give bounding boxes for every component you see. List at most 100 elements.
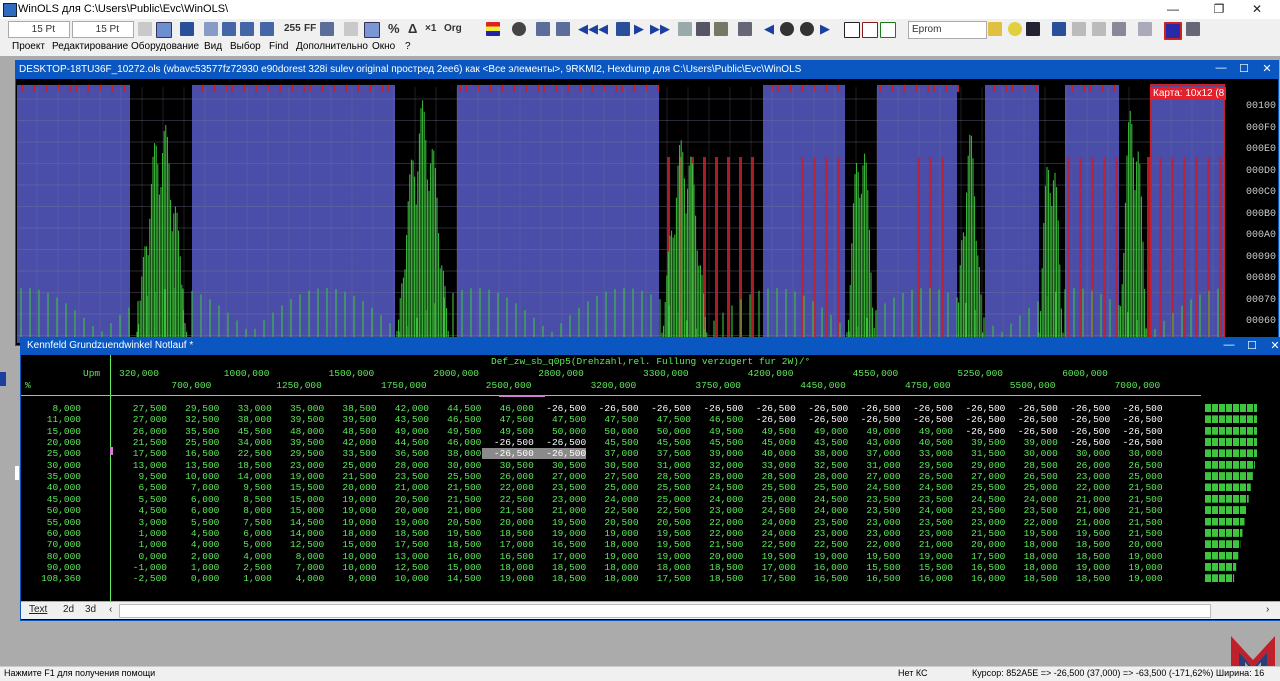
map-cell[interactable]: 27,000	[115, 414, 167, 425]
map-cell[interactable]: 28,000	[796, 471, 848, 482]
map-cell[interactable]: 46,500	[429, 414, 481, 425]
map-cell[interactable]: 23,500	[953, 505, 1005, 516]
map-cell[interactable]: 19,500	[639, 528, 691, 539]
map-cell[interactable]: 21,000	[534, 505, 586, 516]
map-cell[interactable]: 19,000	[534, 528, 586, 539]
map-cell[interactable]: 35,000	[272, 403, 324, 414]
hexdump-graph[interactable]	[17, 79, 1225, 343]
settings-icon[interactable]	[1186, 22, 1200, 36]
map-cell[interactable]: 30,000	[429, 460, 481, 471]
map-cell[interactable]: 21,500	[325, 471, 376, 482]
map-cell[interactable]: 20,000	[1111, 539, 1162, 550]
map-cell[interactable]: 27,000	[534, 471, 586, 482]
map-cell[interactable]: 17,000	[744, 562, 796, 573]
menu-find[interactable]: Find	[269, 41, 288, 52]
map-cell[interactable]: -26,500	[953, 414, 1005, 425]
map-cell[interactable]: 30,500	[534, 460, 586, 471]
map-cell[interactable]: 18,000	[325, 528, 376, 539]
map-cell[interactable]: 18,000	[1006, 551, 1058, 562]
map-cell[interactable]: 45,500	[587, 437, 638, 448]
map-cell[interactable]: 38,500	[325, 403, 376, 414]
map-minimize-button[interactable]: —	[1219, 339, 1239, 351]
map-cell[interactable]: 31,500	[953, 448, 1005, 459]
map-cell[interactable]: 50,000	[587, 426, 638, 437]
map-cell[interactable]: 4,500	[167, 528, 220, 539]
map-cell[interactable]: 29,500	[272, 448, 324, 459]
map-cell[interactable]: 15,500	[272, 482, 324, 493]
left-scroll-marker[interactable]	[0, 372, 6, 386]
map-cell[interactable]: 5,500	[167, 517, 220, 528]
map-cell[interactable]: 49,500	[482, 426, 534, 437]
map-cell[interactable]: 23,000	[953, 517, 1005, 528]
map-cell[interactable]: 21,500	[429, 494, 481, 505]
map-cell[interactable]: 21,000	[1058, 517, 1110, 528]
context-help-icon[interactable]	[1026, 22, 1040, 36]
map-cell[interactable]: 47,500	[587, 414, 638, 425]
map-cell[interactable]: 19,000	[587, 551, 638, 562]
map-cell[interactable]: 20,000	[953, 539, 1005, 550]
map-cell[interactable]: 45,500	[691, 437, 743, 448]
map-cell[interactable]: 14,500	[429, 573, 481, 584]
map-cell[interactable]: 42,000	[325, 437, 376, 448]
map-cell[interactable]: 34,000	[220, 437, 272, 448]
project2-icon[interactable]	[1072, 22, 1086, 36]
map-cell[interactable]: 22,500	[744, 539, 796, 550]
map-list-icon[interactable]	[616, 22, 630, 36]
map-cell[interactable]: 19,000	[901, 551, 953, 562]
map-cell[interactable]: 37,500	[639, 448, 691, 459]
map-cell[interactable]: 49,500	[744, 426, 796, 437]
map-cell[interactable]: 19,500	[744, 551, 796, 562]
map-cell[interactable]: 18,500	[429, 539, 481, 550]
menu-project[interactable]: Проект	[12, 41, 45, 52]
map-cell[interactable]: 8,000	[272, 551, 325, 562]
map-cell[interactable]: -26,500	[1058, 437, 1110, 448]
map-cell[interactable]: 23,000	[901, 528, 953, 539]
map-cell[interactable]: 20,000	[691, 551, 743, 562]
hexdump-close-button[interactable]: ✕	[1257, 62, 1277, 75]
org-button[interactable]: Org	[444, 21, 462, 37]
hexdump-minimize-button[interactable]: —	[1211, 62, 1231, 74]
map-cell[interactable]: 24,000	[744, 517, 796, 528]
map-cell[interactable]: 15,000	[272, 505, 324, 516]
map-cell[interactable]: 24,500	[849, 482, 900, 493]
map-cell[interactable]: 16,500	[849, 573, 900, 584]
map-cell[interactable]: 19,000	[1111, 551, 1162, 562]
map-cell[interactable]: 8,500	[220, 494, 272, 505]
map-cell[interactable]: 18,500	[534, 573, 586, 584]
hex-view-icon[interactable]	[138, 22, 152, 36]
map-cell[interactable]: 37,000	[849, 448, 900, 459]
map-cell[interactable]: 2,500	[220, 562, 272, 573]
menu-window[interactable]: Окно	[372, 41, 395, 52]
last-map-icon[interactable]: ▶▶	[650, 21, 670, 37]
map-cell[interactable]: 0,000	[115, 551, 167, 562]
map-cell[interactable]: 19,000	[325, 494, 376, 505]
project4-icon[interactable]	[1112, 22, 1126, 36]
map-cell[interactable]: 9,500	[220, 482, 272, 493]
map-cell[interactable]: 26,000	[482, 471, 534, 482]
map-cell[interactable]: 33,500	[325, 448, 376, 459]
prev-map-icon[interactable]: ◀	[598, 21, 608, 37]
map-cell[interactable]: 38,000	[796, 448, 848, 459]
map-cell[interactable]: -26,500	[534, 437, 586, 448]
map-cell[interactable]: -26,500	[691, 403, 743, 414]
map-cell[interactable]: 18,500	[1058, 539, 1110, 550]
map-cell[interactable]: 43,500	[377, 414, 429, 425]
map-cell[interactable]: 46,000	[482, 403, 534, 414]
map-cell[interactable]: 18,000	[587, 562, 638, 573]
map-cell[interactable]: 23,500	[534, 482, 586, 493]
map-cell[interactable]: 25,000	[744, 494, 796, 505]
map-cell[interactable]: 27,000	[953, 471, 1005, 482]
window2-icon[interactable]	[556, 22, 570, 36]
map-cell[interactable]: 18,500	[691, 562, 743, 573]
map-cell[interactable]: -26,500	[796, 403, 848, 414]
tab-3d[interactable]: 3d	[85, 604, 96, 615]
map-cell[interactable]: 21,500	[1111, 528, 1162, 539]
map-cell[interactable]: -26,500	[953, 403, 1005, 414]
help-bulb-icon[interactable]	[1008, 22, 1022, 36]
map-cell[interactable]: 7,000	[272, 562, 325, 573]
map-cell[interactable]: 10,000	[325, 562, 376, 573]
scroll-right-icon[interactable]: ›	[1266, 604, 1269, 615]
map-cell[interactable]: 7,500	[220, 517, 272, 528]
map-cell[interactable]: 18,500	[1058, 551, 1110, 562]
map-cell[interactable]: 21,000	[901, 539, 953, 550]
